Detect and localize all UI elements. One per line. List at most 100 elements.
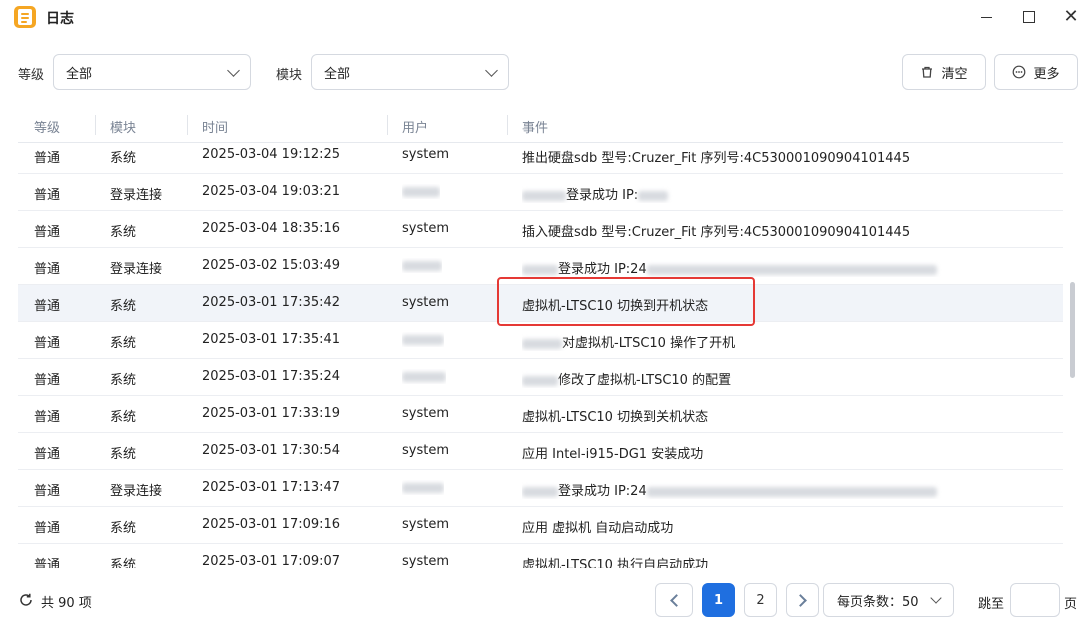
time-cell: 2025-03-04 19:03:21 [202, 184, 341, 199]
prev-page-button[interactable] [655, 583, 693, 617]
time-cell: 2025-03-01 17:09:07 [202, 554, 341, 568]
user-cell [402, 258, 442, 273]
level-cell: 普通 [34, 188, 61, 203]
time-cell: 2025-03-01 17:30:54 [202, 443, 341, 458]
table-row-highlighted[interactable]: 普通 系统 2025-03-01 17:35:42 system 虚拟机-LTS… [18, 285, 1063, 322]
log-table-body: 普通 系统 2025-03-04 19:12:25 system 推出硬盘sdb… [18, 143, 1063, 568]
module-cell: 登录连接 [110, 484, 163, 499]
column-header-level[interactable]: 等级 [34, 117, 60, 136]
redacted-user [402, 186, 440, 197]
column-resizer[interactable] [187, 115, 188, 135]
chevron-down-icon [227, 64, 240, 77]
event-cell: 登录成功 IP:24 [522, 258, 1042, 277]
more-button[interactable]: 更多 [994, 54, 1078, 90]
event-cell: 修改了虚拟机-LTSC10 的配置 [522, 369, 1042, 388]
column-resizer[interactable] [387, 115, 388, 135]
user-cell: system [402, 295, 449, 310]
time-cell: 2025-03-04 18:35:16 [202, 221, 341, 236]
next-page-button[interactable] [786, 583, 819, 617]
column-resizer[interactable] [95, 115, 96, 135]
time-cell: 2025-03-02 15:03:49 [202, 258, 341, 273]
redacted-text [522, 264, 558, 275]
redacted-text [646, 486, 937, 497]
user-cell: system [402, 147, 449, 162]
table-header: 等级 模块 时间 用户 事件 [18, 107, 1063, 143]
user-cell: system [402, 554, 449, 568]
page-size-select[interactable]: 每页条数：50 [823, 583, 954, 617]
level-cell: 普通 [34, 151, 61, 166]
column-header-event[interactable]: 事件 [522, 117, 548, 136]
log-app-icon [14, 6, 36, 28]
event-cell: 登录成功 IP:24 [522, 480, 1042, 499]
redacted-user [402, 334, 444, 345]
redacted-user [402, 260, 442, 271]
user-cell [402, 184, 440, 199]
module-cell: 系统 [110, 521, 137, 536]
level-cell: 普通 [34, 373, 61, 388]
trash-icon [922, 66, 933, 78]
level-filter-select[interactable]: 全部 [53, 54, 251, 90]
time-cell: 2025-03-01 17:35:24 [202, 369, 341, 384]
table-row[interactable]: 普通 登录连接 2025-03-04 19:03:21 登录成功 IP: [18, 174, 1063, 211]
level-cell: 普通 [34, 447, 61, 462]
close-icon[interactable]: ✕ [1053, 4, 1089, 30]
redacted-text [638, 190, 669, 201]
event-cell: 虚拟机-LTSC10 切换到开机状态 [522, 299, 709, 314]
time-cell: 2025-03-01 17:35:41 [202, 332, 341, 347]
level-cell: 普通 [34, 262, 61, 277]
jump-page-input[interactable] [1010, 583, 1060, 617]
module-filter-value: 全部 [324, 66, 351, 82]
title-bar: 日志 ✕ [0, 0, 1091, 34]
level-cell: 普通 [34, 410, 61, 425]
table-row[interactable]: 普通 系统 2025-03-01 17:35:24 修改了虚拟机-LTSC10 … [18, 359, 1063, 396]
table-row[interactable]: 普通 系统 2025-03-04 19:12:25 system 推出硬盘sdb… [18, 143, 1063, 174]
level-cell: 普通 [34, 521, 61, 536]
page-button-2[interactable]: 2 [744, 583, 777, 617]
redacted-text [522, 338, 562, 349]
event-cell: 应用 虚拟机 自动启动成功 [522, 521, 674, 536]
column-header-module[interactable]: 模块 [110, 117, 136, 136]
column-resizer[interactable] [507, 115, 508, 135]
level-filter-value: 全部 [66, 66, 93, 82]
table-row[interactable]: 普通 系统 2025-03-01 17:09:16 system 应用 虚拟机 … [18, 507, 1063, 544]
clear-button[interactable]: 清空 [902, 54, 986, 90]
module-cell: 登录连接 [110, 262, 163, 277]
module-filter-label: 模块 [276, 68, 303, 83]
redacted-text [522, 486, 558, 497]
table-row[interactable]: 普通 系统 2025-03-01 17:35:41 对虚拟机-LTSC10 操作… [18, 322, 1063, 359]
column-header-time[interactable]: 时间 [202, 117, 228, 136]
time-cell: 2025-03-01 17:35:42 [202, 295, 341, 310]
user-cell [402, 369, 446, 384]
total-count: 共 90 项 [41, 596, 92, 611]
table-row[interactable]: 普通 登录连接 2025-03-01 17:13:47 登录成功 IP:24 [18, 470, 1063, 507]
module-cell: 系统 [110, 373, 137, 388]
column-header-user[interactable]: 用户 [402, 117, 428, 136]
redacted-user [402, 482, 444, 493]
level-cell: 普通 [34, 299, 61, 314]
more-circle-icon [1013, 65, 1026, 79]
redacted-text [522, 375, 558, 386]
page-button-1[interactable]: 1 [702, 583, 735, 617]
minimize-icon[interactable] [968, 4, 1004, 30]
table-scrollbar[interactable] [1069, 146, 1077, 570]
table-row[interactable]: 普通 系统 2025-03-01 17:33:19 system 虚拟机-LTS… [18, 396, 1063, 433]
maximize-icon[interactable] [1011, 4, 1047, 30]
time-cell: 2025-03-01 17:33:19 [202, 406, 341, 421]
event-cell: 登录成功 IP: [522, 184, 1042, 203]
user-cell: system [402, 443, 449, 458]
time-cell: 2025-03-01 17:09:16 [202, 517, 341, 532]
jump-label: 跳至 [978, 597, 1005, 612]
module-cell: 系统 [110, 225, 137, 240]
user-cell: system [402, 406, 449, 421]
refresh-icon[interactable] [18, 592, 34, 608]
event-cell: 应用 Intel-i915-DG1 安装成功 [522, 447, 704, 462]
event-cell: 虚拟机-LTSC10 执行自启动成功 [522, 558, 709, 568]
chevron-down-icon [485, 64, 498, 77]
scrollbar-thumb[interactable] [1070, 282, 1075, 378]
table-row[interactable]: 普通 系统 2025-03-01 17:09:07 system 虚拟机-LTS… [18, 544, 1063, 568]
module-filter-select[interactable]: 全部 [311, 54, 509, 90]
table-row[interactable]: 普通 系统 2025-03-04 18:35:16 system 插入硬盘sdb… [18, 211, 1063, 248]
level-cell: 普通 [34, 336, 61, 351]
table-row[interactable]: 普通 登录连接 2025-03-02 15:03:49 登录成功 IP:24 [18, 248, 1063, 285]
table-row[interactable]: 普通 系统 2025-03-01 17:30:54 system 应用 Inte… [18, 433, 1063, 470]
